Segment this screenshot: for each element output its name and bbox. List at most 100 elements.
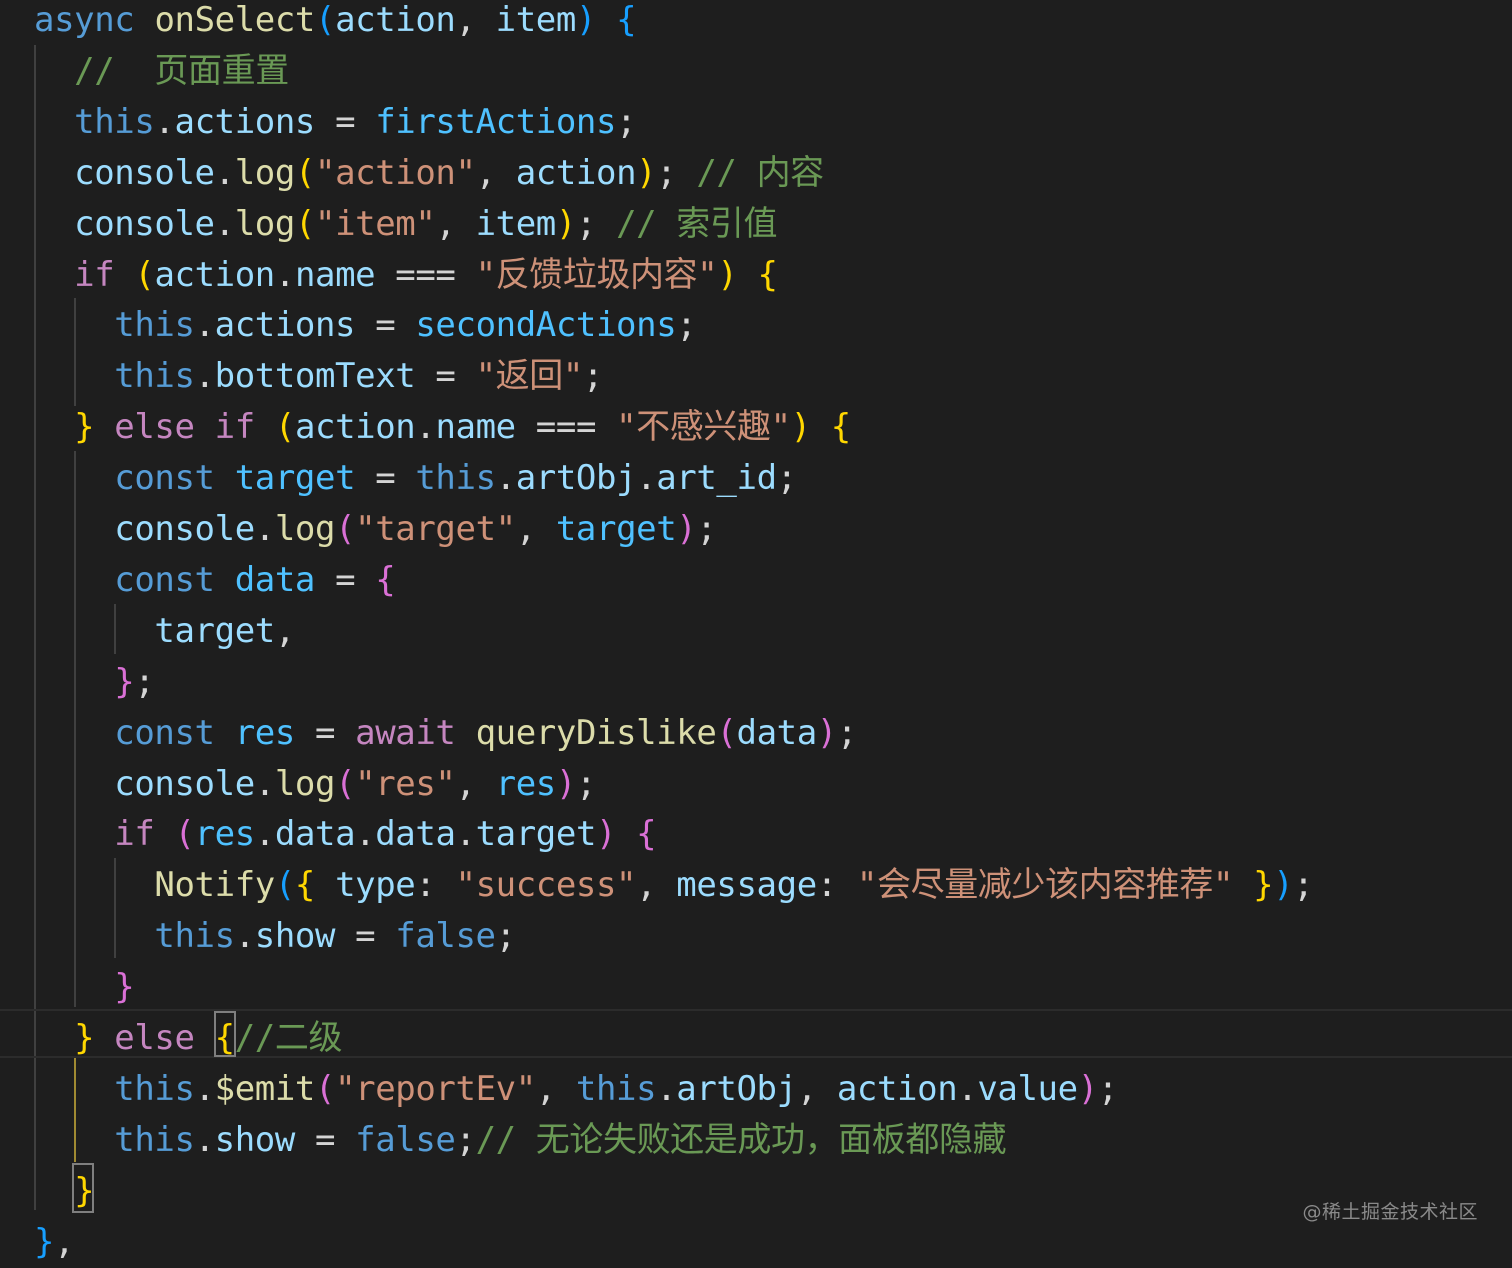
code-token: log: [274, 763, 336, 804]
code-token: .: [254, 763, 275, 804]
code-token: queryDislike: [475, 712, 717, 753]
code-token: (: [315, 1068, 336, 1109]
code-token: =: [355, 458, 416, 499]
code-token: ,: [515, 509, 556, 549]
code-token: "reportEv": [335, 1068, 536, 1109]
code-line[interactable]: // 页面重置: [34, 46, 289, 97]
code-line[interactable]: console.log("action", action); // 内容: [34, 148, 824, 199]
code-token: "item": [315, 203, 436, 244]
code-token: false: [355, 1119, 456, 1160]
code-line[interactable]: const data = {: [34, 555, 395, 606]
code-token: }: [74, 1170, 95, 1211]
code-token: (: [335, 763, 356, 804]
code-token: const: [114, 458, 215, 499]
code-token: artObj: [515, 458, 637, 499]
code-token: .: [194, 305, 215, 346]
code-token: else if: [114, 407, 255, 448]
code-token: =: [335, 916, 396, 957]
code-token: target: [475, 814, 597, 855]
code-line[interactable]: this.show = false;// 无论失败还是成功，面板都隐藏: [34, 1115, 1006, 1166]
code-token: {: [636, 814, 657, 855]
code-token: action: [335, 0, 456, 40]
code-token: action: [836, 1068, 958, 1109]
code-token: firstActions: [375, 101, 617, 142]
code-line[interactable]: async onSelect(action, item) {: [34, 0, 637, 46]
code-token: =: [294, 712, 356, 753]
code-token: .: [455, 814, 476, 855]
code-line[interactable]: this.show = false;: [34, 911, 516, 962]
code-line[interactable]: },: [34, 1217, 75, 1268]
code-token: "res": [355, 763, 456, 804]
code-line[interactable]: this.$emit("reportEv", this.artObj, acti…: [34, 1064, 1118, 1115]
code-line[interactable]: this.bottomText = "返回";: [34, 351, 603, 402]
code-token: ): [790, 407, 811, 448]
code-token: ;: [776, 458, 797, 499]
code-line[interactable]: console.log("item", item); // 索引值: [34, 199, 777, 250]
code-token: "target": [355, 509, 516, 549]
code-token: res: [194, 814, 256, 855]
code-line[interactable]: }: [34, 962, 134, 1013]
code-token: ): [1273, 865, 1294, 906]
code-token: art_id: [656, 458, 777, 499]
code-editor[interactable]: async onSelect(action, item) { // 页面重置 t…: [0, 0, 1512, 1262]
code-token: secondActions: [415, 305, 677, 346]
code-token: ;: [836, 712, 857, 753]
code-line[interactable]: target,: [34, 606, 295, 657]
code-token: this: [74, 101, 155, 142]
code-token: :: [816, 865, 857, 906]
code-token: {: [214, 1018, 235, 1058]
code-line[interactable]: }: [34, 1166, 94, 1217]
code-token: (: [174, 814, 195, 855]
code-line[interactable]: console.log("target", target);: [34, 504, 717, 555]
code-token: }: [74, 407, 95, 448]
code-line[interactable]: Notify({ type: "success", message: "会尽量减…: [34, 860, 1313, 911]
code-line[interactable]: this.actions = firstActions;: [34, 97, 636, 148]
code-token: ,: [535, 1068, 576, 1109]
code-token: (: [294, 152, 316, 193]
code-line[interactable]: if (res.data.data.target) {: [34, 809, 656, 860]
code-line[interactable]: const target = this.artObj.art_id;: [34, 453, 797, 504]
code-token: data: [736, 712, 818, 753]
code-token: {: [294, 865, 315, 906]
code-line[interactable]: } else if (action.name === "不感兴趣") {: [34, 402, 851, 453]
code-token: this: [154, 916, 235, 957]
code-token: .: [194, 356, 215, 397]
code-line[interactable]: } else {//二级: [34, 1013, 342, 1064]
code-token: console: [114, 509, 255, 549]
watermark: @稀土掘金技术社区: [1302, 1201, 1478, 1223]
code-token: (: [335, 509, 356, 549]
code-token: }: [1253, 865, 1274, 906]
code-token: log: [234, 203, 296, 244]
code-line[interactable]: const res = await queryDislike(data);: [34, 708, 857, 759]
code-token: type: [335, 865, 416, 906]
code-line[interactable]: };: [34, 657, 155, 708]
code-line[interactable]: if (action.name === "反馈垃圾内容") {: [34, 250, 778, 301]
code-token: async: [34, 0, 135, 40]
code-line[interactable]: this.actions = secondActions;: [34, 300, 696, 351]
code-token: ;: [616, 101, 637, 142]
code-token: console: [74, 152, 215, 193]
code-token: .: [656, 1068, 677, 1109]
code-line[interactable]: console.log("res", res);: [34, 759, 596, 810]
code-token: ,: [435, 203, 476, 244]
code-token: "action": [315, 152, 476, 193]
code-token: ,: [455, 0, 496, 40]
code-token: .: [495, 458, 516, 499]
code-token: .: [214, 152, 235, 193]
code-token: .: [254, 814, 275, 855]
code-token: console: [114, 763, 255, 804]
